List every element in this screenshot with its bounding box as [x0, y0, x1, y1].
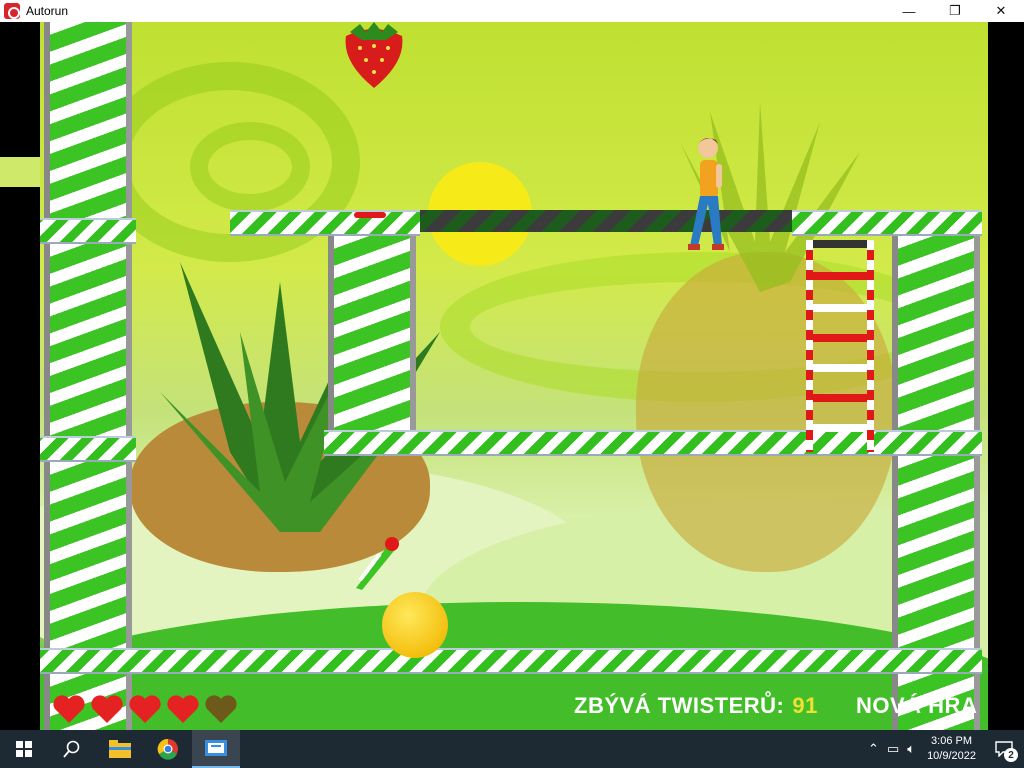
clock[interactable]: 3:06 PM 10/9/2022: [927, 734, 976, 764]
left-strip: [0, 157, 40, 187]
close-button[interactable]: ✕: [978, 0, 1024, 22]
pillar: [328, 236, 416, 430]
platform-top-right: [792, 210, 982, 236]
twisters-label: ZBÝVÁ TWISTERŮ:: [574, 693, 785, 718]
window-controls: — ❐ ✕: [886, 0, 1024, 22]
twister-candy-icon: [356, 537, 399, 590]
title-bar: Autorun — ❐ ✕: [0, 0, 1024, 22]
search-icon[interactable]: [48, 730, 96, 768]
new-game-button[interactable]: NOVÁ HRA: [856, 690, 977, 722]
platform-bottom: [40, 648, 982, 674]
platform-mid-right: [324, 430, 982, 456]
game-scene: [40, 22, 988, 730]
clock-time: 3:06 PM: [931, 735, 973, 747]
window-title: Autorun: [26, 4, 69, 18]
right-margin: [988, 22, 1024, 730]
twisters-remaining: ZBÝVÁ TWISTERŮ: 91: [574, 690, 818, 722]
volume-icon[interactable]: 🔈︎: [907, 741, 915, 757]
twisters-count: 91: [792, 693, 818, 718]
heart-full-icon: [52, 694, 86, 724]
autorun-app-icon[interactable]: [192, 730, 240, 768]
heart-full-icon: [166, 694, 200, 724]
ladder: [806, 240, 874, 452]
chevron-up-icon[interactable]: ⌃: [868, 741, 879, 757]
heart-full-icon: [90, 694, 124, 724]
game-canvas[interactable]: ZBÝVÁ TWISTERŮ: 91 NOVÁ HRA: [0, 22, 1024, 730]
windows-start-icon[interactable]: [0, 730, 48, 768]
background-swirl: [190, 122, 310, 212]
heart-full-icon: [128, 694, 162, 724]
pillar: [44, 244, 132, 436]
rolling-ball: [382, 592, 448, 658]
pillar: [44, 22, 132, 218]
pillar: [892, 456, 980, 648]
taskbar: ⌃ ▭ 🔈︎ 3:06 PM 10/9/2022 2: [0, 730, 1024, 768]
dark-bridge: [416, 210, 796, 232]
platform-top-middle: [230, 210, 420, 236]
pillar: [892, 236, 980, 430]
file-explorer-icon[interactable]: [96, 730, 144, 768]
red-switch: [354, 212, 386, 218]
system-tray: ⌃ ▭ 🔈︎ 3:06 PM 10/9/2022 2: [864, 730, 1024, 768]
clock-date: 10/9/2022: [927, 750, 976, 762]
notification-icon[interactable]: 2: [984, 730, 1024, 768]
pillar: [44, 462, 132, 648]
autorun-icon: [4, 3, 20, 19]
network-icon[interactable]: ▭: [887, 741, 899, 757]
minimize-button[interactable]: —: [886, 0, 932, 22]
player-character: [688, 138, 724, 250]
left-margin: [0, 22, 40, 730]
notification-count: 2: [1004, 748, 1018, 762]
platform-top-left: [40, 218, 136, 244]
lives-indicator: [52, 694, 238, 724]
platform-mid-left: [40, 436, 136, 462]
heart-empty-icon: [204, 694, 238, 724]
chrome-icon[interactable]: [144, 730, 192, 768]
strawberry-icon: [345, 22, 403, 88]
maximize-button[interactable]: ❐: [932, 0, 978, 22]
